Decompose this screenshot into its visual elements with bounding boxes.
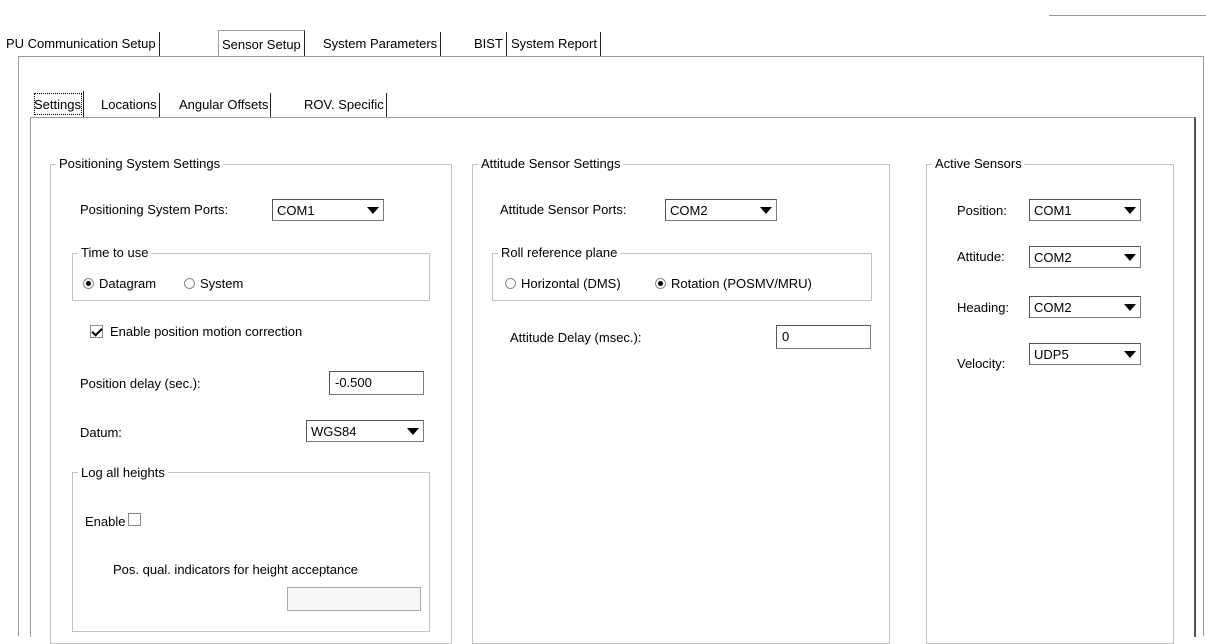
chevron-down-icon bbox=[367, 207, 379, 214]
roll-horizontal-radio[interactable] bbox=[505, 278, 516, 289]
tab-label: PU Communication Setup bbox=[6, 36, 156, 51]
position-delay-field[interactable]: -0.500 bbox=[329, 371, 424, 395]
selected-value: UDP5 bbox=[1034, 347, 1069, 362]
enable-heights-label: Enable bbox=[85, 514, 126, 529]
position-sensor-label: Position: bbox=[957, 203, 1007, 218]
tab-system-report[interactable]: System Report bbox=[508, 32, 601, 56]
heading-sensor-select[interactable]: COM2 bbox=[1029, 296, 1141, 318]
enable-heights-checkbox[interactable] bbox=[128, 513, 141, 526]
chevron-down-icon bbox=[1124, 351, 1136, 358]
tab-bist[interactable]: BIST bbox=[471, 32, 507, 56]
attitude-delay-label: Attitude Delay (msec.): bbox=[510, 330, 642, 345]
heading-sensor-label: Heading: bbox=[957, 300, 1010, 315]
roll-horizontal-label: Horizontal (DMS) bbox=[521, 276, 621, 291]
pos-qual-label: Pos. qual. indicators for height accepta… bbox=[113, 562, 358, 577]
roll-rotation-radio[interactable] bbox=[655, 278, 666, 289]
active-sensors-group bbox=[926, 164, 1174, 644]
selected-value: COM2 bbox=[1034, 250, 1072, 265]
tab-locations[interactable]: Locations bbox=[99, 93, 160, 117]
tab-settings[interactable]: Settings bbox=[32, 91, 84, 117]
chevron-down-icon bbox=[407, 428, 419, 435]
tab-label: System Parameters bbox=[323, 36, 438, 51]
motion-correction-checkbox[interactable] bbox=[90, 325, 103, 338]
time-system-label: System bbox=[200, 276, 244, 291]
tab-angular-offsets[interactable]: Angular Offsets bbox=[177, 93, 272, 117]
tab-label: Locations bbox=[101, 97, 157, 112]
selected-value: COM1 bbox=[1034, 203, 1072, 218]
attitude-sensor-select[interactable]: COM2 bbox=[1029, 246, 1141, 268]
tab-label: Sensor Setup bbox=[222, 37, 301, 52]
attitude-ports-select[interactable]: COM2 bbox=[665, 199, 777, 221]
tab-sensor-setup[interactable]: Sensor Setup bbox=[218, 30, 305, 56]
time-datagram-radio[interactable] bbox=[83, 278, 94, 289]
velocity-sensor-label: Velocity: bbox=[957, 356, 1006, 371]
attitude-sensor-label: Attitude: bbox=[957, 249, 1005, 264]
position-delay-label: Position delay (sec.): bbox=[80, 376, 201, 391]
positioning-ports-select[interactable]: COM1 bbox=[272, 199, 384, 221]
attitude-delay-field[interactable]: 0 bbox=[776, 325, 871, 349]
tab-label: System Report bbox=[511, 36, 597, 51]
roll-reference-title: Roll reference plane bbox=[498, 245, 621, 261]
attitude-sensor-title: Attitude Sensor Settings bbox=[478, 156, 624, 172]
selected-value: COM1 bbox=[277, 203, 315, 218]
selected-value: COM2 bbox=[670, 203, 708, 218]
velocity-sensor-select[interactable]: UDP5 bbox=[1029, 343, 1141, 365]
tab-rov-specific[interactable]: ROV. Specific bbox=[302, 93, 387, 117]
positioning-ports-label: Positioning System Ports: bbox=[80, 202, 229, 217]
time-datagram-label: Datagram bbox=[99, 276, 157, 291]
selected-value: COM2 bbox=[1034, 300, 1072, 315]
datum-select[interactable]: WGS84 bbox=[306, 420, 424, 442]
active-sensors-title: Active Sensors bbox=[932, 156, 1025, 172]
chevron-down-icon bbox=[760, 207, 772, 214]
motion-correction-label: Enable position motion correction bbox=[110, 324, 303, 339]
time-system-radio[interactable] bbox=[184, 278, 195, 289]
tab-label: Settings bbox=[34, 97, 81, 112]
log-heights-title: Log all heights bbox=[78, 465, 168, 481]
tab-system-parameters[interactable]: System Parameters bbox=[320, 32, 442, 56]
time-to-use-title: Time to use bbox=[78, 245, 152, 261]
positioning-system-title: Positioning System Settings bbox=[56, 156, 224, 172]
attitude-ports-label: Attitude Sensor Ports: bbox=[500, 202, 627, 217]
position-sensor-select[interactable]: COM1 bbox=[1029, 199, 1141, 221]
top-right-partial-control bbox=[1049, 0, 1206, 16]
chevron-down-icon bbox=[1124, 304, 1136, 311]
chevron-down-icon bbox=[1124, 207, 1136, 214]
datum-label: Datum: bbox=[80, 425, 122, 440]
attitude-sensor-group bbox=[472, 164, 890, 644]
chevron-down-icon bbox=[1124, 254, 1136, 261]
tab-pu-communication-setup[interactable]: PU Communication Setup bbox=[3, 32, 160, 56]
selected-value: WGS84 bbox=[311, 424, 357, 439]
tab-label: ROV. Specific bbox=[304, 97, 384, 112]
roll-rotation-label: Rotation (POSMV/MRU) bbox=[671, 276, 812, 291]
tab-label: BIST bbox=[474, 36, 503, 51]
pos-qual-field[interactable] bbox=[287, 587, 421, 611]
tab-label: Angular Offsets bbox=[179, 97, 269, 112]
